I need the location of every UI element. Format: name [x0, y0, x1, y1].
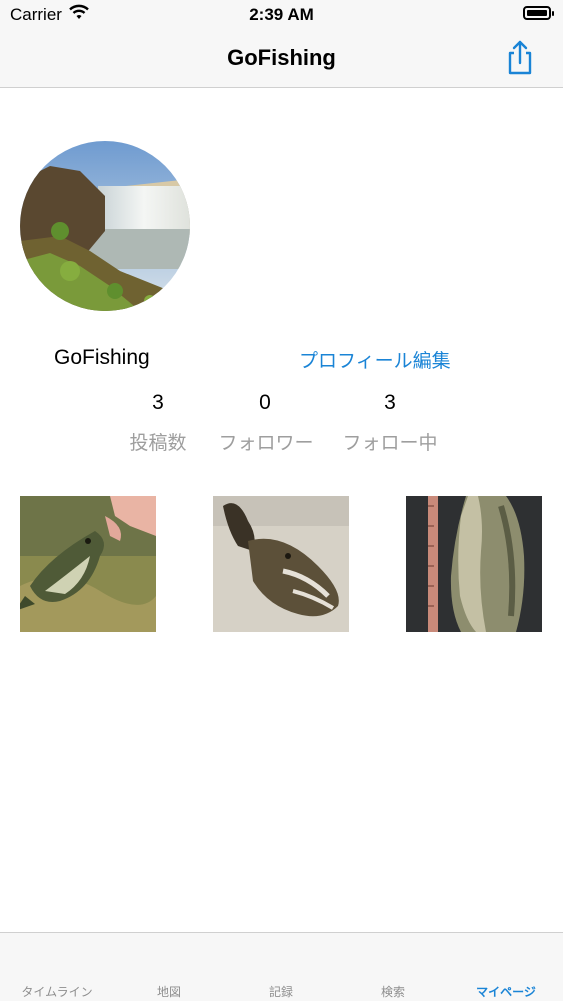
page-title: GoFishing — [227, 45, 336, 70]
post-thumbnail[interactable] — [20, 496, 156, 632]
post-thumbnail[interactable] — [406, 496, 542, 632]
tab-search[interactable]: 検索 — [343, 983, 443, 1000]
following-count: 3 — [384, 391, 396, 414]
status-bar: Carrier 2:39 AM — [0, 0, 563, 30]
share-icon[interactable] — [503, 38, 537, 76]
navigation-bar: GoFishing — [0, 30, 563, 88]
profile-username: GoFishing — [54, 346, 150, 369]
tab-mypage[interactable]: マイページ — [456, 983, 556, 1000]
battery-icon — [523, 6, 554, 20]
posts-label: 投稿数 — [129, 433, 187, 454]
posts-count: 3 — [152, 391, 164, 414]
post-thumbnail[interactable] — [213, 496, 349, 632]
tab-map[interactable]: 地図 — [119, 983, 219, 1000]
tab-timeline[interactable]: タイムライン — [7, 983, 107, 1000]
followers-label: フォロワー — [218, 433, 314, 454]
following-label: フォロー中 — [342, 433, 438, 454]
tab-records[interactable]: 記録 — [231, 983, 331, 1000]
status-time: 2:39 AM — [249, 5, 314, 24]
edit-profile-link[interactable]: プロフィール編集 — [299, 346, 451, 373]
tab-bar: タイムライン 地図 記録 検索 マイページ — [0, 932, 563, 1001]
avatar — [20, 141, 190, 311]
followers-count: 0 — [259, 391, 271, 414]
